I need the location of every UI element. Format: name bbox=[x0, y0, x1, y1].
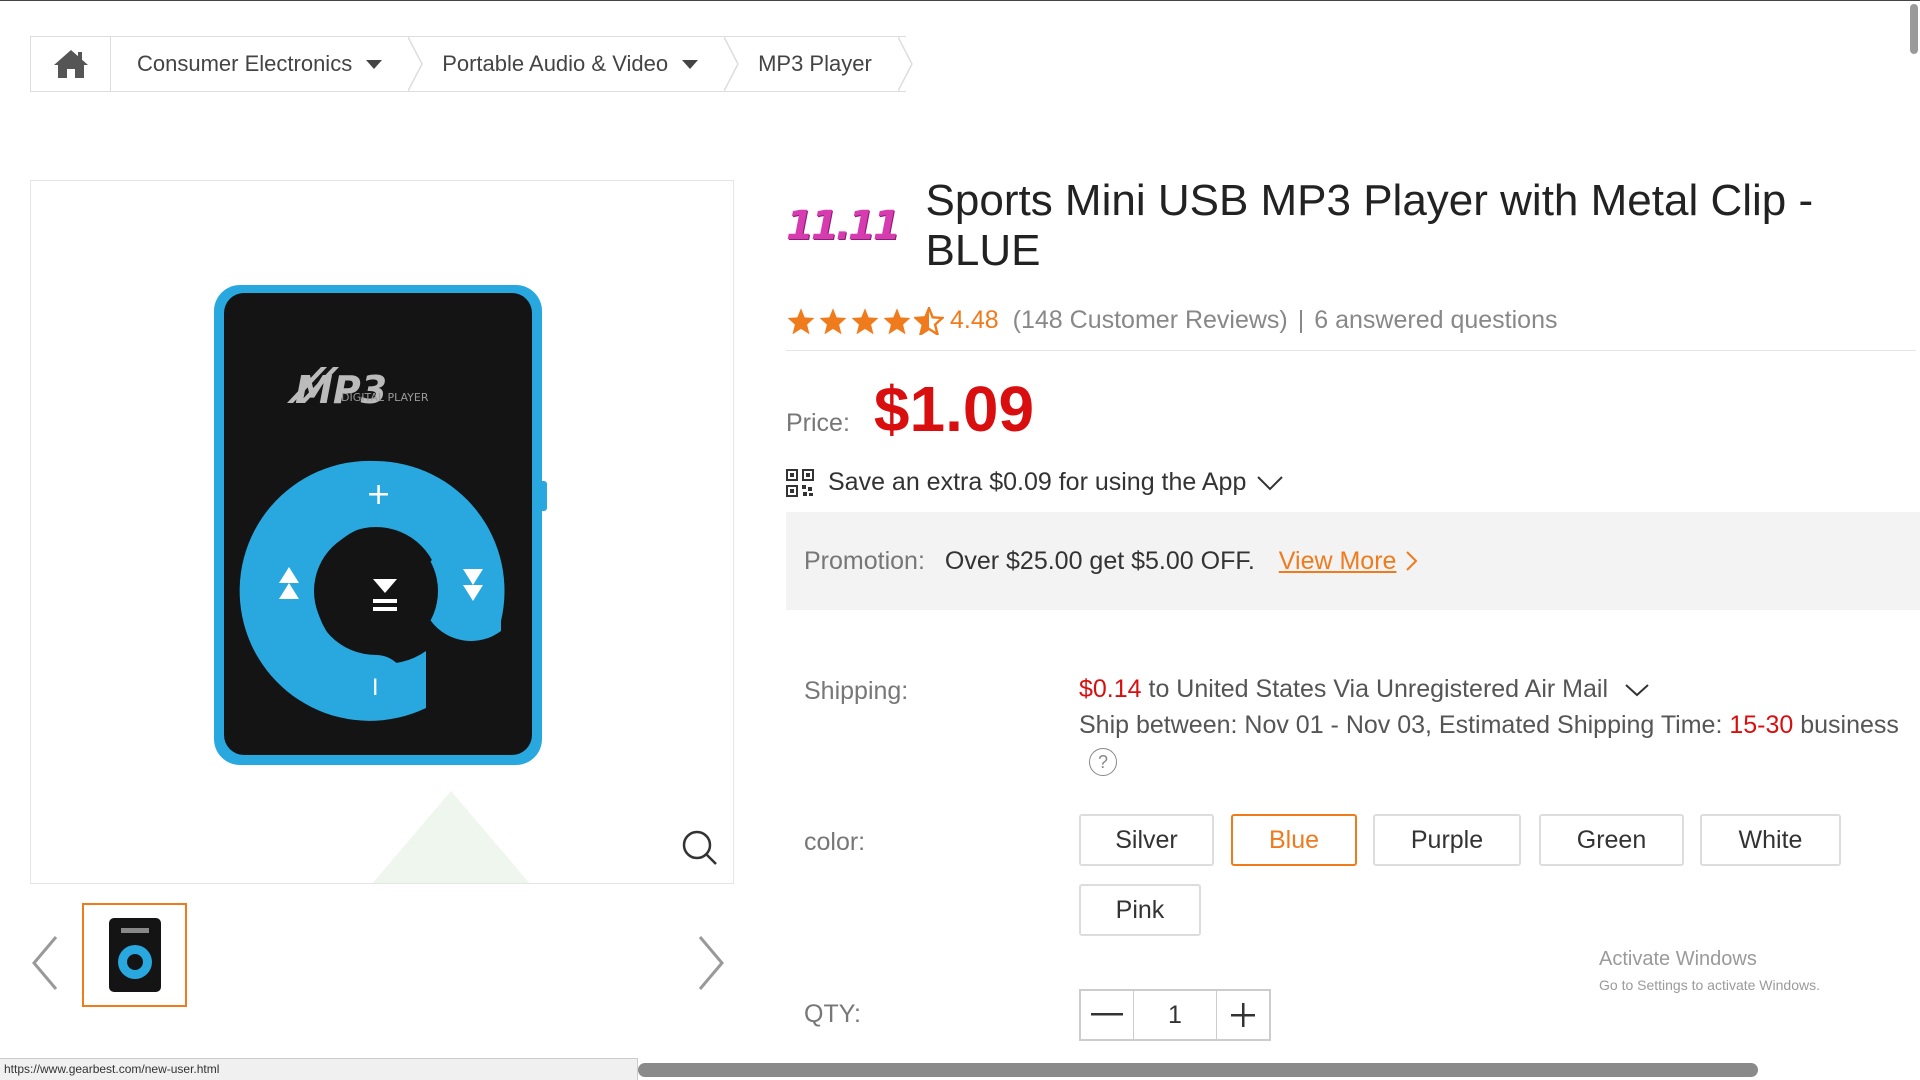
color-option-silver[interactable]: Silver bbox=[1079, 814, 1214, 866]
shipping-method-dropdown[interactable]: $0.14 to United States Via Unregistered … bbox=[1079, 675, 1650, 704]
product-title-row: 11.11 Sports Mini USB MP3 Player with Me… bbox=[786, 176, 1920, 276]
product-title: Sports Mini USB MP3 Player with Metal Cl… bbox=[925, 176, 1814, 275]
app-discount-row[interactable]: Save an extra $0.09 for using the App bbox=[786, 468, 1298, 497]
star-icon bbox=[883, 307, 911, 334]
plus-icon bbox=[1231, 1003, 1255, 1027]
color-option-white[interactable]: White bbox=[1700, 814, 1841, 866]
reviews-link[interactable]: (148 Customer Reviews) bbox=[1013, 306, 1288, 335]
svg-text:+: + bbox=[366, 477, 391, 512]
rating-value: 4.48 bbox=[950, 306, 999, 334]
breadcrumb-item-mp3-player[interactable]: MP3 Player bbox=[732, 37, 913, 91]
qty-increase-button[interactable] bbox=[1217, 991, 1269, 1039]
mp3-player-image: MP3 DIGITAL PLAYER + I bbox=[214, 285, 547, 883]
breadcrumb-label: Consumer Electronics bbox=[137, 51, 353, 76]
breadcrumb-separator bbox=[724, 37, 739, 91]
help-icon[interactable]: ? bbox=[1089, 748, 1117, 776]
questions-link[interactable]: 6 answered questions bbox=[1314, 306, 1557, 335]
qty-decrease-button[interactable] bbox=[1081, 991, 1133, 1039]
color-option-purple[interactable]: Purple bbox=[1373, 814, 1521, 866]
color-option-pink[interactable]: Pink bbox=[1079, 884, 1201, 936]
star-icon bbox=[787, 307, 815, 334]
promotion-text: Over $25.00 get $5.00 OFF. bbox=[944, 546, 1255, 575]
quantity-stepper: 1 bbox=[1079, 989, 1271, 1041]
ship-time-line: Ship between: Nov 01 - Nov 03, Estimated… bbox=[1079, 711, 1899, 740]
svg-text:DIGITAL PLAYER: DIGITAL PLAYER bbox=[341, 391, 429, 404]
color-option-blue[interactable]: Blue bbox=[1231, 814, 1357, 866]
color-label: color: bbox=[804, 828, 866, 856]
status-bar-url: https://www.gearbest.com/new-user.html bbox=[0, 1058, 638, 1080]
minus-icon bbox=[1091, 1013, 1123, 1016]
promotion-label: Promotion: bbox=[804, 546, 925, 575]
main-product-image[interactable]: MP3 DIGITAL PLAYER + I bbox=[30, 180, 734, 884]
watermark-title: Activate Windows bbox=[1599, 948, 1757, 970]
watermark-subtitle: Go to Settings to activate Windows. bbox=[1599, 977, 1820, 993]
ship-between-text: Ship between: Nov 01 - Nov 03, Estimated… bbox=[1079, 711, 1730, 739]
breadcrumb: Consumer Electronics Portable Audio & Vi… bbox=[30, 36, 913, 92]
shipping-label: Shipping: bbox=[804, 677, 909, 705]
shipping-cost: $0.14 bbox=[1079, 675, 1142, 703]
view-more-link[interactable]: View More bbox=[1279, 547, 1421, 576]
thumbnail-image bbox=[108, 918, 161, 992]
caret-down-icon bbox=[682, 59, 699, 69]
breadcrumb-label: MP3 Player bbox=[758, 51, 872, 76]
chevron-left-icon[interactable] bbox=[30, 935, 60, 991]
breadcrumb-item-consumer-electronics[interactable]: Consumer Electronics bbox=[111, 37, 424, 91]
qty-label: QTY: bbox=[804, 1000, 861, 1028]
promotion-box: Promotion: Over $25.00 get $5.00 OFF. Vi… bbox=[786, 512, 1920, 610]
thumbnail-1[interactable] bbox=[82, 903, 187, 1007]
price-value: $1.09 bbox=[873, 373, 1035, 445]
qty-input[interactable]: 1 bbox=[1133, 991, 1217, 1039]
color-option-green[interactable]: Green bbox=[1539, 814, 1684, 866]
caret-down-icon bbox=[366, 59, 383, 69]
svg-text:I: I bbox=[372, 676, 379, 701]
chevron-down-icon bbox=[1625, 683, 1649, 696]
ship-time-value: 15-30 bbox=[1729, 711, 1794, 739]
star-icon bbox=[851, 307, 879, 334]
star-icon bbox=[819, 307, 847, 334]
price-row: Price: $1.09 bbox=[786, 372, 1034, 446]
chevron-down-icon bbox=[1257, 475, 1284, 490]
rating-row: 4.48 (148 Customer Reviews) | 6 answered… bbox=[786, 306, 1557, 335]
zoom-icon[interactable] bbox=[681, 829, 719, 867]
ship-time-suffix: business bbox=[1793, 711, 1899, 739]
promo-badge-1111: 11.11 bbox=[786, 203, 901, 249]
vertical-scrollbar[interactable] bbox=[1910, 4, 1918, 54]
app-discount-text: Save an extra $0.09 for using the App bbox=[828, 468, 1247, 496]
breadcrumb-home[interactable] bbox=[31, 37, 111, 91]
half-star-icon bbox=[914, 306, 944, 335]
breadcrumb-separator bbox=[408, 37, 424, 91]
star-rating[interactable] bbox=[786, 306, 944, 335]
breadcrumb-separator bbox=[897, 37, 913, 91]
qr-code-icon bbox=[786, 468, 814, 497]
chevron-right-icon bbox=[1406, 551, 1418, 571]
horizontal-scrollbar[interactable] bbox=[638, 1063, 1758, 1077]
activate-windows-watermark: Activate Windows Go to Settings to activ… bbox=[1599, 948, 1820, 993]
window-top-border bbox=[0, 0, 1920, 1]
divider bbox=[786, 350, 1916, 351]
breadcrumb-item-portable-audio-video[interactable]: Portable Audio & Video bbox=[416, 37, 739, 91]
breadcrumb-label: Portable Audio & Video bbox=[442, 51, 669, 76]
shipping-route: to United States Via Unregistered Air Ma… bbox=[1141, 675, 1609, 703]
home-icon bbox=[53, 50, 88, 78]
svg-text:MP3: MP3 bbox=[295, 368, 387, 412]
price-label: Price: bbox=[786, 409, 850, 437]
view-more-label: View More bbox=[1278, 546, 1397, 575]
separator: | bbox=[1297, 306, 1305, 334]
chevron-right-icon[interactable] bbox=[696, 935, 726, 991]
